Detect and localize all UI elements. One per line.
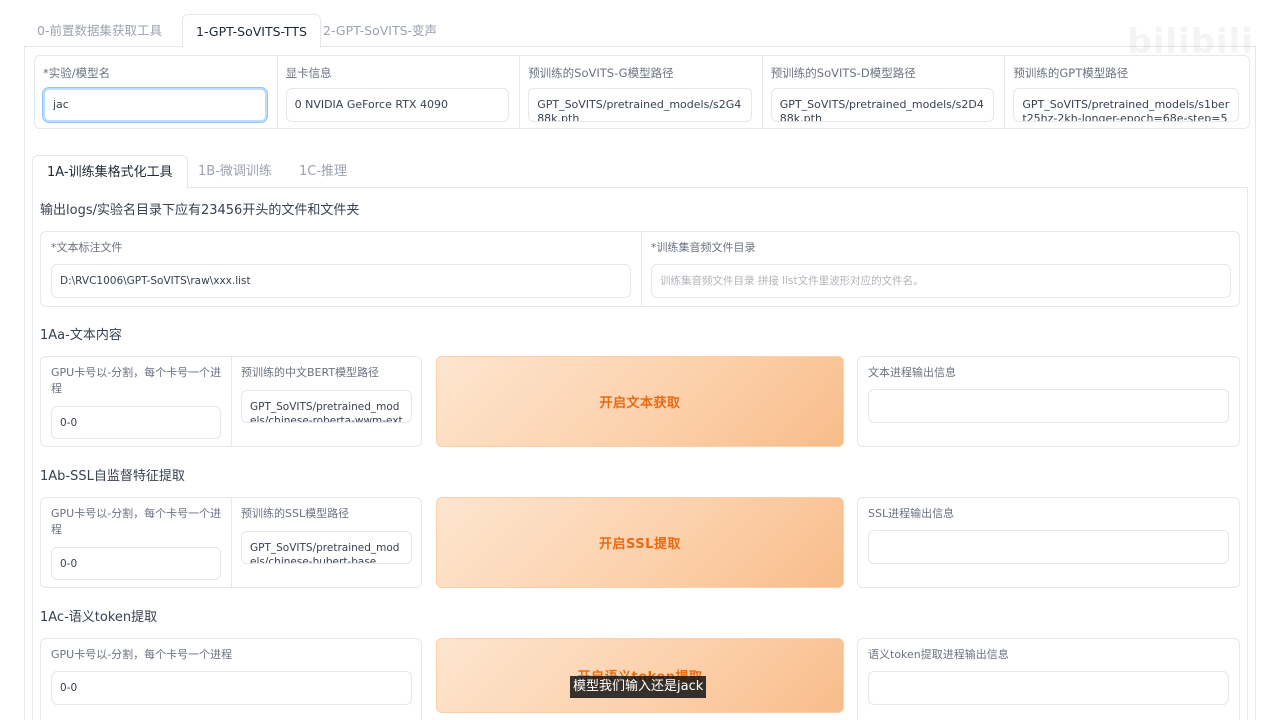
gpu-ids-label: GPU卡号以-分割，每个卡号一个进程 [51,507,222,536]
tab-gpt-sovits-tts[interactable]: 1-GPT-SoVITS-TTS [182,14,321,48]
sovits-d-group: 预训练的SoVITS-D模型路径 GPT_SoVITS/pretrained_m… [763,56,1006,128]
ssl-output-label: SSL进程输出信息 [868,507,955,520]
section-a-heading: 1Aa-文本内容 [40,328,122,343]
experiment-name-group: *实验/模型名 jac [35,56,278,128]
gpt-model-input[interactable]: GPT_SoVITS/pretrained_models/s1bert25hz-… [1013,88,1239,122]
ssl-model-input[interactable]: GPT_SoVITS/pretrained_models/chinese-hub… [241,531,412,564]
gpu-ids-input[interactable]: 0-0 [51,406,221,439]
experiment-name-input[interactable]: jac [43,88,267,122]
config-row: *实验/模型名 jac 显卡信息 0 NVIDIA GeForce RTX 40… [34,55,1250,129]
sovits-g-input[interactable]: GPT_SoVITS/pretrained_models/s2G488k.pth [528,88,752,122]
main-tab-bar: 0-前置数据集获取工具 1-GPT-SoVITS-TTS 2-GPT-SoVIT… [24,14,1256,48]
tab-dataset-format[interactable]: 1A-训练集格式化工具 [32,155,188,189]
gpu-info-label: 显卡信息 [285,66,332,80]
gpu-ids-label: GPU卡号以-分割，每个卡号一个进程 [51,648,233,661]
sovits-g-label: 预训练的SoVITS-G模型路径 [528,66,674,80]
gpt-model-group: 预训练的GPT模型路径 GPT_SoVITS/pretrained_models… [1005,56,1249,128]
start-text-extract-button[interactable]: 开启文本获取 [436,356,844,447]
experiment-name-label: *实验/模型名 [43,66,111,80]
audio-dir-input[interactable]: 训练集音频文件目录 拼接 list文件里波形对应的文件名。 [651,264,1231,298]
tab-finetune[interactable]: 1B-微调训练 [184,155,286,189]
start-ssl-extract-label: 开启SSL提取 [599,537,681,552]
section-c-heading: 1Ac-语义token提取 [40,610,158,625]
divider [231,357,232,446]
intro-text: 输出logs/实验名目录下应有23456开头的文件和文件夹 [40,203,360,218]
gpu-ids-label: GPU卡号以-分割，每个卡号一个进程 [51,366,222,395]
section-b-heading: 1Ab-SSL自监督特征提取 [40,469,185,484]
section-c-params-card: GPU卡号以-分割，每个卡号一个进程 0-0 [40,638,422,720]
section-b-output-card: SSL进程输出信息 [857,497,1240,588]
gpu-ids-input[interactable]: 0-0 [51,547,221,580]
section-a-output-card: 文本进程输出信息 [857,356,1240,447]
gpt-model-label: 预训练的GPT模型路径 [1013,66,1129,80]
ssl-model-label: 预训练的SSL模型路径 [241,507,350,520]
tab-gpt-sovits-voice-change[interactable]: 2-GPT-SoVITS-变声 [310,14,450,48]
sub-tab-bar: 1A-训练集格式化工具 1B-微调训练 1C-推理 [32,155,1248,189]
ssl-output-box[interactable] [868,530,1229,564]
text-output-box[interactable] [868,389,1229,423]
section-a-params-card: GPU卡号以-分割，每个卡号一个进程 0-0 预训练的中文BERT模型路径 GP… [40,356,422,447]
section-b-params-card: GPU卡号以-分割，每个卡号一个进程 0-0 预训练的SSL模型路径 GPT_S… [40,497,422,588]
audio-dir-label: *训练集音频文件目录 [651,241,756,254]
text-output-label: 文本进程输出信息 [868,366,956,379]
section-c-output-card: 语义token提取进程输出信息 [857,638,1240,720]
bert-model-label: 预训练的中文BERT模型路径 [241,366,380,379]
start-ssl-extract-button[interactable]: 开启SSL提取 [436,497,844,588]
text-label-file-label: *文本标注文件 [51,241,123,254]
tab-inference[interactable]: 1C-推理 [285,155,361,189]
gpu-info-input[interactable]: 0 NVIDIA GeForce RTX 4090 [285,88,510,122]
sovits-d-label: 预训练的SoVITS-D模型路径 [770,66,916,80]
sovits-d-input[interactable]: GPT_SoVITS/pretrained_models/s2D488k.pth [770,88,995,122]
divider [641,232,642,306]
start-text-extract-label: 开启文本获取 [599,396,681,411]
sovits-g-group: 预训练的SoVITS-G模型路径 GPT_SoVITS/pretrained_m… [520,56,763,128]
video-subtitle: 模型我们输入还是jack [570,676,707,698]
tab-dataset-tools[interactable]: 0-前置数据集获取工具 [24,14,175,48]
token-output-box[interactable] [868,671,1229,705]
bert-model-input[interactable]: GPT_SoVITS/pretrained_models/chinese-rob… [241,390,412,423]
token-output-label: 语义token提取进程输出信息 [868,648,1009,661]
gpu-ids-input[interactable]: 0-0 [51,671,412,705]
divider [231,498,232,587]
text-label-file-input[interactable]: D:\RVC1006\GPT-SoVITS\raw\xxx.list [51,264,631,298]
file-inputs-card: *文本标注文件 D:\RVC1006\GPT-SoVITS\raw\xxx.li… [40,231,1240,307]
gpu-info-group: 显卡信息 0 NVIDIA GeForce RTX 4090 [278,56,521,128]
